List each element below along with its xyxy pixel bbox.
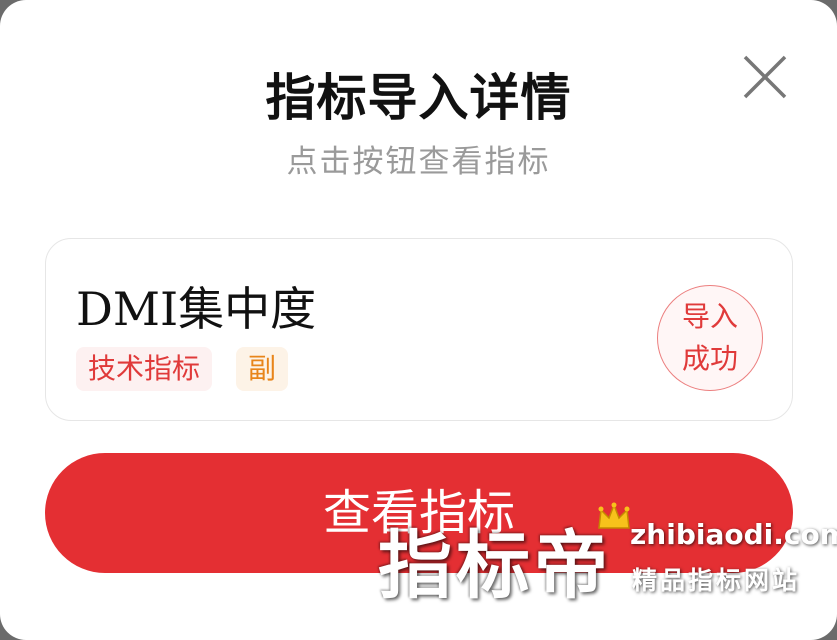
stamp-line-2: 成功	[681, 342, 738, 375]
watermark-url: zhibiaodi.com	[630, 518, 837, 551]
dialog-title: 指标导入详情	[265, 69, 572, 127]
indicator-card: DMI集中度 技术指标 副 导入 成功	[45, 238, 793, 421]
watermark-brand: 指标帝	[378, 523, 612, 609]
close-icon	[743, 55, 787, 99]
import-success-stamp: 导入 成功	[657, 285, 763, 391]
watermark-tagline: 精品指标网站	[632, 566, 801, 595]
indicator-role-tag: 副	[236, 347, 289, 391]
indicator-name: DMI集中度	[76, 282, 317, 336]
stamp-line-1: 导入	[681, 300, 738, 333]
indicator-type-tag: 技术指标	[76, 347, 213, 391]
dialog-subtitle: 点击按钮查看指标	[286, 144, 551, 180]
close-button[interactable]	[740, 52, 790, 102]
